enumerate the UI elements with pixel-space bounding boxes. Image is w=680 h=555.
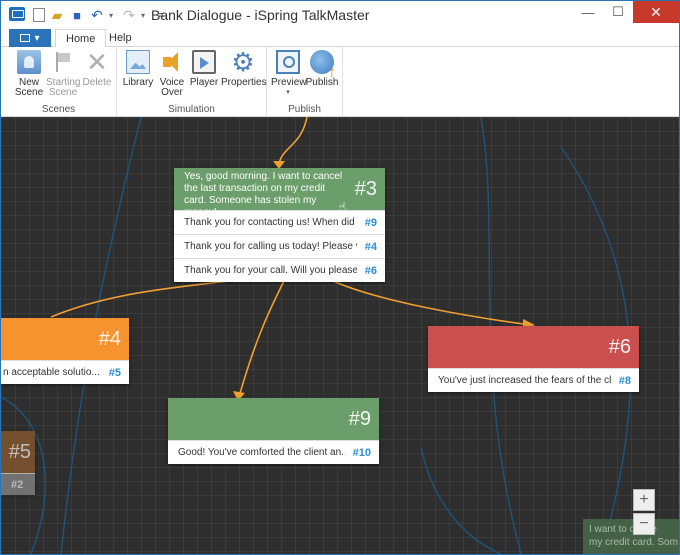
minimize-button[interactable]: — xyxy=(573,1,603,23)
library-icon xyxy=(126,50,150,74)
gear-icon: ⚙ xyxy=(231,47,255,77)
group-label-simulation: Simulation xyxy=(168,104,215,115)
reply-text: Thank you for calling us today! Please v… xyxy=(184,241,357,252)
new-scene-label-2: Scene xyxy=(14,87,44,98)
undo-dropdown-icon[interactable]: ▾ xyxy=(109,11,117,20)
player-button[interactable]: Player xyxy=(187,50,221,88)
save-icon[interactable]: ■ xyxy=(69,7,85,23)
reply-text: Thank you for contacting us! When did ..… xyxy=(184,217,357,228)
flag-icon xyxy=(51,50,75,74)
reply-text: Thank you for your call. Will you please… xyxy=(184,265,357,276)
app-logo-icon[interactable] xyxy=(9,7,25,21)
properties-label: Properties xyxy=(221,77,267,88)
app-window: ▰ ■ ↶ ▾ ↷ ▾ ≡ Bank Dialogue - iSpring Ta… xyxy=(0,0,680,555)
node-4-number: #4 xyxy=(98,328,121,350)
group-label-publish: Publish xyxy=(288,104,321,115)
hand-cursor-icon: ☝ xyxy=(338,199,347,215)
reply-link[interactable]: #9 xyxy=(365,217,377,229)
library-button[interactable]: Library xyxy=(121,50,155,88)
node-5-number: #5 xyxy=(8,441,31,463)
reply-link[interactable]: #6 xyxy=(365,265,377,277)
redo-icon[interactable]: ↷ xyxy=(121,7,137,23)
voice-over-button[interactable]: Voice Over xyxy=(155,50,189,98)
file-menu-icon xyxy=(20,34,31,42)
node-3-reply-2[interactable]: Thank you for calling us today! Please v… xyxy=(174,234,385,258)
preview-icon xyxy=(276,50,300,74)
node-5-reply-1[interactable]: #2 xyxy=(1,473,35,495)
new-icon[interactable] xyxy=(33,8,45,22)
scene-node-9[interactable]: #9 Good! You've comforted the client an.… xyxy=(168,398,379,464)
chevron-down-icon: ▾ xyxy=(34,32,40,44)
node-9-number: #9 xyxy=(348,408,371,430)
scene-canvas[interactable]: Yes, good morning. I want to cancel the … xyxy=(1,117,679,554)
publish-button[interactable]: Publish xyxy=(305,50,339,88)
player-icon xyxy=(192,50,216,74)
node-6-header[interactable]: #6 xyxy=(428,326,639,368)
scene-node-6[interactable]: #6 You've just increased the fears of th… xyxy=(428,326,639,392)
scene-node-4[interactable]: #4 n acceptable solutio... #5 xyxy=(1,318,129,384)
delete-label: Delete xyxy=(82,77,112,88)
window-controls: — ☐ ✕ xyxy=(573,1,679,23)
node-6-reply-1[interactable]: You've just increased the fears of the c… xyxy=(428,368,639,392)
node-9-reply-1[interactable]: Good! You've comforted the client an... … xyxy=(168,440,379,464)
node-3-reply-1[interactable]: Thank you for contacting us! When did ..… xyxy=(174,210,385,234)
node-6-number: #6 xyxy=(608,336,631,358)
title-bar: ▰ ■ ↶ ▾ ↷ ▾ ≡ Bank Dialogue - iSpring Ta… xyxy=(1,1,679,29)
open-folder-icon[interactable]: ▰ xyxy=(49,7,65,23)
voice-over-label-2: Over xyxy=(161,87,183,98)
node-3-number: #3 xyxy=(354,178,377,200)
redo-dropdown-icon[interactable]: ▾ xyxy=(141,11,149,20)
reply-text: n acceptable solutio... xyxy=(3,367,100,378)
reply-link[interactable]: #5 xyxy=(109,367,121,379)
new-scene-icon xyxy=(17,50,41,74)
group-label-scenes: Scenes xyxy=(41,104,76,115)
partial-node-text-1: I want to ca the xyxy=(589,524,657,535)
publish-globe-icon xyxy=(310,50,336,78)
close-button[interactable]: ✕ xyxy=(633,1,679,23)
reply-link[interactable]: #10 xyxy=(353,447,371,459)
group-simulation: Library Voice Over Player ⚙ Properties S… xyxy=(117,47,267,117)
preview-dropdown-icon: ▾ xyxy=(286,89,290,96)
properties-button[interactable]: ⚙ Properties xyxy=(221,47,267,88)
window-title: Bank Dialogue - iSpring TalkMaster xyxy=(151,7,370,23)
scene-node-3[interactable]: Yes, good morning. I want to cancel the … xyxy=(174,168,385,282)
node-4-reply-1[interactable]: n acceptable solutio... #5 xyxy=(1,360,129,384)
preview-label: Preview xyxy=(271,77,307,88)
group-publish: Preview ▾ Publish Publish xyxy=(267,47,343,117)
library-label: Library xyxy=(122,77,154,88)
zoom-in-button[interactable]: + xyxy=(633,489,655,511)
reply-text: Good! You've comforted the client an... xyxy=(178,447,345,458)
ribbon-tabs: ▾ Home Help xyxy=(1,29,679,48)
scene-node-partial[interactable]: I want to ca the my credit card. Som xyxy=(583,519,679,554)
starting-scene-button[interactable]: Starting Scene xyxy=(46,50,80,98)
file-menu-button[interactable]: ▾ xyxy=(9,29,51,47)
reply-text: You've just increased the fears of the c… xyxy=(438,375,611,386)
undo-icon[interactable]: ↶ xyxy=(89,7,105,23)
reply-link[interactable]: #2 xyxy=(11,479,23,491)
reply-link[interactable]: #4 xyxy=(365,241,377,253)
maximize-button[interactable]: ☐ xyxy=(603,1,633,23)
starting-scene-label-2: Scene xyxy=(48,87,78,98)
quick-access-toolbar: ▰ ■ ↶ ▾ ↷ ▾ ≡ xyxy=(33,6,169,24)
node-3-header[interactable]: Yes, good morning. I want to cancel the … xyxy=(174,168,385,218)
node-3-reply-3[interactable]: Thank you for your call. Will you please… xyxy=(174,258,385,282)
speaker-icon xyxy=(160,50,184,74)
node-9-header[interactable]: #9 xyxy=(168,398,379,440)
group-scenes: New Scene Starting Scene ✕ Delete Scenes xyxy=(1,47,117,117)
node-5-header[interactable]: #5 xyxy=(1,431,35,473)
scene-node-5[interactable]: #5 #2 xyxy=(1,431,35,495)
preview-button[interactable]: Preview ▾ xyxy=(271,50,307,98)
player-label: Player xyxy=(189,77,219,88)
delete-button[interactable]: ✕ Delete xyxy=(80,47,114,88)
delete-icon: ✕ xyxy=(86,47,108,77)
tab-help[interactable]: Help xyxy=(99,29,142,48)
ribbon: New Scene Starting Scene ✕ Delete Scenes… xyxy=(1,47,679,117)
node-4-header[interactable]: #4 xyxy=(1,318,129,360)
partial-node-text-2: my credit card. Som xyxy=(589,537,678,548)
zoom-out-button[interactable]: − xyxy=(633,513,655,535)
new-scene-button[interactable]: New Scene xyxy=(12,50,46,98)
reply-link[interactable]: #8 xyxy=(619,375,631,387)
